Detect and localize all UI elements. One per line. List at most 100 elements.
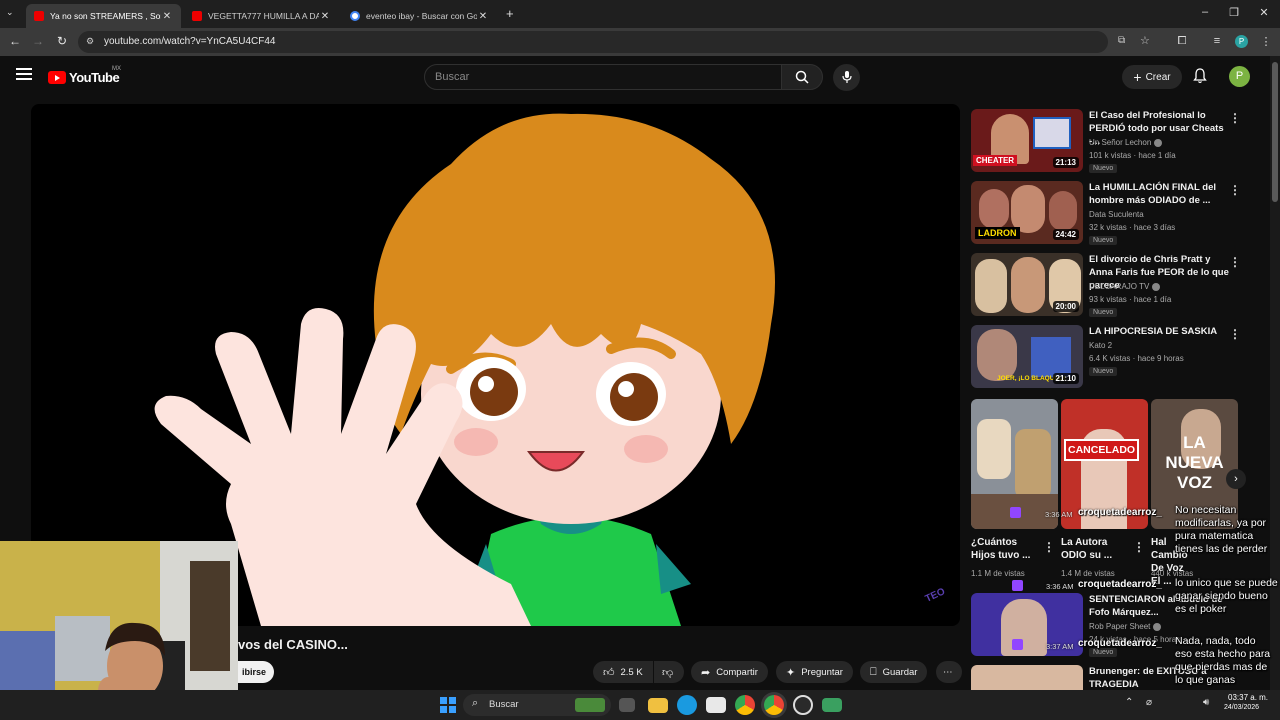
scrollbar-thumb[interactable] [1272,62,1278,202]
new-tab-button[interactable]: + [506,6,514,21]
youtube-logo[interactable]: YouTube [48,70,120,85]
install-app-icon[interactable]: ⧉ [1118,35,1125,46]
reload-button[interactable]: ↻ [54,34,70,48]
network-icon[interactable]: ⌀ [1146,697,1152,708]
store-icon[interactable] [706,697,726,713]
close-tab-icon[interactable]: ✕ [477,11,489,22]
edge-icon[interactable] [677,695,697,715]
create-button[interactable]: + Crear [1122,65,1182,89]
verified-icon [1153,622,1162,631]
short-views: 1.4 M de vistas [1061,569,1115,578]
voice-search-button[interactable] [833,64,860,91]
recommendation-item[interactable]: CHEATER 21:13 El Caso del Profesional lo… [971,109,1261,175]
video-thumbnail[interactable]: 20:00 [971,253,1083,316]
more-options-icon[interactable]: ⋮ [1043,540,1055,554]
share-button[interactable]: ➦ Compartir [691,661,768,683]
short-views: 1.1 M de vistas [971,569,1025,578]
like-button[interactable]: 👍︎ 2.5 K [593,661,653,683]
volume-icon[interactable]: 🔊︎ [1203,697,1209,708]
sparkle-icon: ✦ [786,666,796,679]
youtube-wordmark: YouTube [69,70,120,85]
recommendation-item[interactable]: LADRON 24:42 La HUMILLACIÓN FINAL del ho… [971,181,1261,247]
new-badge: Nuevo [1089,367,1118,376]
back-button[interactable]: ← [7,34,23,48]
tab-title: eventeo ibay - Buscar con Goo [366,11,477,21]
obs-icon[interactable] [793,695,813,715]
ask-button[interactable]: ✦ Preguntar [776,661,853,683]
channel-name[interactable]: Un Señor Lechon [1089,138,1163,147]
clock-date[interactable]: 24/03/2026 [1224,704,1259,711]
account-avatar[interactable]: P [1229,66,1250,87]
short-title[interactable]: ¿Cuántos Hijos tuvo ... [971,536,1041,562]
app-icon[interactable] [822,698,842,712]
recommendation-title[interactable]: La HUMILLACIÓN FINAL del hombre más ODIA… [1089,181,1229,207]
duration-badge: 20:00 [1052,301,1079,312]
address-bar[interactable]: ⚙ youtube.com/watch?v=YnCA5U4CF44 ⧉ ☆ [78,31,1150,53]
more-options-icon[interactable]: ⋮ [1133,540,1145,554]
channel-name[interactable]: DELCARAJO TV [1089,282,1161,291]
url-text: youtube.com/watch?v=YnCA5U4CF44 [104,36,276,47]
recommendation-title[interactable]: LA HIPOCRESIA DE SASKIA [1089,325,1229,338]
twitch-icon [1012,580,1023,591]
save-button[interactable]: ⎕ Guardar [860,661,928,683]
video-thumbnail[interactable]: CHEATER 21:13 [971,109,1083,172]
close-tab-icon[interactable]: ✕ [161,11,173,22]
tab-list-button[interactable]: ⌄ [6,7,14,18]
minimize-button[interactable]: – [1198,6,1212,18]
bookmark-star-icon[interactable]: ☆ [1140,34,1150,47]
more-actions-button[interactable]: ⋯ [936,661,962,683]
search-input[interactable]: Buscar [424,64,782,90]
maximize-button[interactable]: ❐ [1227,6,1241,19]
youtube-header: YouTube MX Buscar + Crear P [0,56,1270,100]
channel-name[interactable]: Data Suculenta [1089,210,1144,219]
profile-avatar[interactable]: P [1235,35,1248,48]
youtube-favicon-icon [34,11,44,21]
search-button[interactable] [781,64,823,90]
system-tray-chevron-icon[interactable]: ⌃ [1125,697,1133,708]
extensions-icon[interactable]: ⧠ [1175,35,1189,48]
taskbar-search[interactable]: ⌕ Buscar [463,694,611,716]
start-button[interactable] [440,697,456,713]
chrome-icon[interactable] [735,695,755,715]
dislike-button[interactable]: 👎︎ [654,661,684,683]
verified-icon [1154,138,1163,147]
browser-tab-bar: ⌄ Ya no son STREAMERS , Son es ✕ VEGETTA… [0,0,1280,28]
browser-menu-icon[interactable]: ⋮ [1259,35,1273,48]
channel-name-text: Rob Paper Sheet [1089,622,1151,631]
google-favicon-icon [350,11,360,21]
short-caption: CANCELADO [1064,439,1140,461]
tab-3[interactable]: eventeo ibay - Buscar con Goo ✕ [342,4,497,28]
chrome-active-icon[interactable] [764,695,784,715]
forward-button[interactable]: → [30,34,46,48]
more-options-icon[interactable]: ⋮ [1229,111,1241,125]
video-thumbnail[interactable]: LADRON 24:42 [971,181,1083,244]
windows-taskbar: ⌕ Buscar ⌃ ⌀ 🔊︎ 03:37 a. m. 24/03/2026 [0,690,1280,720]
file-explorer-icon[interactable] [648,698,668,713]
recommendation-item[interactable]: 20:00 El divorcio de Chris Pratt y Anna … [971,253,1261,319]
next-shorts-button[interactable]: › [1226,469,1246,489]
share-label: Compartir [716,666,758,678]
more-options-icon[interactable]: ⋮ [1229,327,1241,341]
search-highlight-icon [575,698,605,712]
video-thumbnail[interactable]: JOER, ¡LO BLAQUEO! 21:10 [971,325,1083,388]
media-control-icon[interactable]: ≡ [1210,35,1224,47]
close-window-button[interactable]: ✕ [1257,6,1271,19]
close-tab-icon[interactable]: ✕ [319,11,331,22]
twitch-icon [1012,639,1023,650]
recommendation-item[interactable]: JOER, ¡LO BLAQUEO! 21:10 LA HIPOCRESIA D… [971,325,1261,391]
short-title[interactable]: La Autora ODIO su ... [1061,536,1131,562]
verified-icon [1152,282,1161,291]
video-thumbnail[interactable] [971,665,1083,690]
tab-2[interactable]: VEGETTA777 HUMILLA A DALA ✕ [184,4,339,28]
site-info-icon[interactable]: ⚙ [86,36,94,47]
task-view-icon[interactable] [619,698,635,712]
tab-1[interactable]: Ya no son STREAMERS , Son es ✕ [26,4,181,28]
channel-name[interactable]: Rob Paper Sheet [1089,622,1162,631]
more-options-icon[interactable]: ⋮ [1229,255,1241,269]
clock-time[interactable]: 03:37 a. m. [1228,693,1268,702]
notifications-bell-icon[interactable] [1193,68,1207,89]
channel-name[interactable]: Kato 2 [1089,341,1112,350]
view-stats: 6.4 K vistas · hace 9 horas [1089,354,1184,363]
hamburger-menu-icon[interactable] [16,68,32,80]
more-options-icon[interactable]: ⋮ [1229,183,1241,197]
